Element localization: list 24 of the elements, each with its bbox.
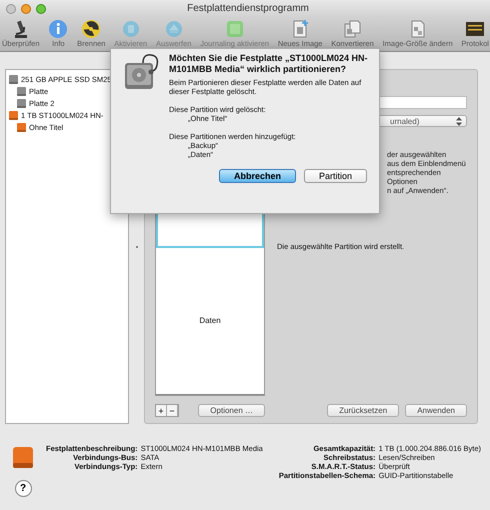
options-button[interactable]: Optionen …	[198, 404, 265, 417]
partition-button[interactable]: Partition	[304, 169, 367, 183]
close-button[interactable]	[6, 4, 16, 14]
help-button[interactable]: ?	[14, 480, 32, 497]
disk-icon	[120, 19, 141, 39]
cancel-button[interactable]: Abbrechen	[218, 169, 296, 183]
radiation-icon	[81, 19, 102, 39]
add-button[interactable]: +	[156, 405, 167, 416]
splitter-handle[interactable]	[136, 246, 138, 248]
stepper-icon	[456, 116, 462, 126]
remove-button[interactable]: −	[167, 405, 178, 416]
window-title: Festplattendienstprogramm	[187, 3, 310, 14]
minimize-button[interactable]	[21, 4, 31, 14]
log-icon	[465, 19, 486, 39]
popup-value: urnaled)	[390, 116, 420, 126]
partition-block[interactable]: Daten	[156, 248, 264, 395]
eject-icon	[164, 19, 184, 39]
zoom-button[interactable]	[36, 4, 46, 14]
journal-icon	[224, 19, 245, 39]
drive-icon	[12, 444, 34, 470]
dialog-title: Möchten Sie die Festplatte „ST1000LM024 HN-M101MBB Media“ wirklich partitionieren?	[169, 53, 369, 75]
apply-button[interactable]: Anwenden	[405, 404, 467, 417]
revert-button[interactable]: Zurücksetzen	[327, 404, 400, 417]
info-icon	[48, 19, 68, 39]
